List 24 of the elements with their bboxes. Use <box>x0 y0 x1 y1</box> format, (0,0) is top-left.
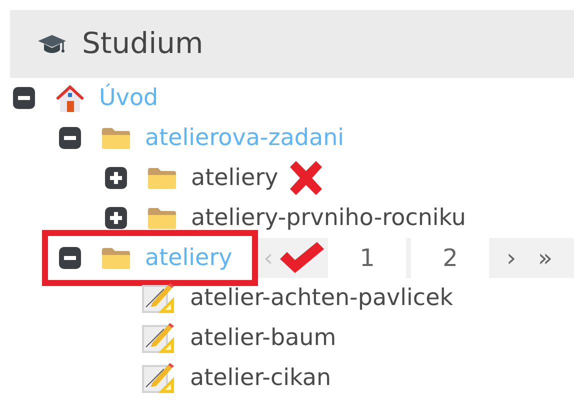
expand-icon[interactable] <box>104 166 128 190</box>
tree-item-label[interactable]: atelier-achten-pavlicek <box>190 280 454 316</box>
collapse-icon[interactable] <box>12 86 36 110</box>
tree-item-label[interactable]: atelier-cikan <box>190 360 332 396</box>
tree-item-label[interactable]: ateliery <box>191 160 278 196</box>
tree-item-label[interactable]: ateliery-prvniho-rocniku <box>191 200 466 236</box>
expand-icon[interactable] <box>104 206 128 230</box>
collapse-icon[interactable] <box>58 246 82 270</box>
tree-item-label[interactable]: atelier-baum <box>190 320 336 356</box>
drafting-icon <box>140 361 176 395</box>
page-button[interactable]: › <box>494 238 528 278</box>
folder-icon <box>101 126 131 150</box>
drafting-icon <box>140 281 176 315</box>
drafting-icon <box>140 321 176 355</box>
folder-icon <box>147 206 177 230</box>
house-icon <box>55 83 85 113</box>
folder-icon <box>101 246 131 270</box>
page-button[interactable]: 1 <box>328 238 406 278</box>
graduation-cap-icon <box>38 32 66 56</box>
collapse-icon[interactable] <box>58 126 82 150</box>
page-button[interactable]: » <box>528 238 562 278</box>
page-button[interactable]: 2 <box>411 238 490 278</box>
header-title: Studium <box>82 25 204 62</box>
folder-icon <box>147 166 177 190</box>
